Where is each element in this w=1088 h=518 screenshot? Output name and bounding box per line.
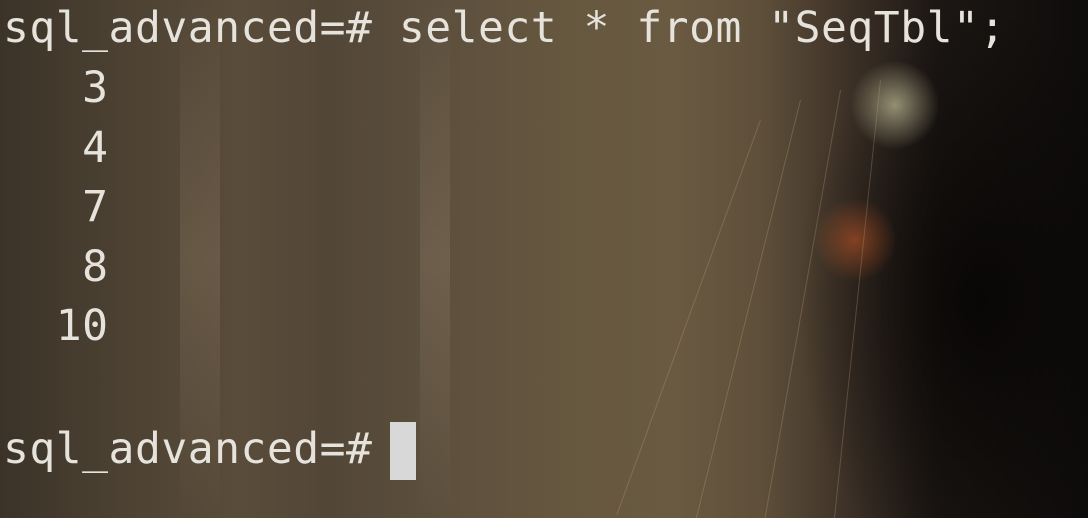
background-hair-strand	[693, 100, 801, 518]
terminal-window[interactable]: sql_advanced=# select * from "SeqTbl"; 3…	[0, 0, 1088, 518]
prompt-line[interactable]: sql_advanced=#	[3, 423, 399, 475]
background-highlight	[815, 195, 895, 285]
result-row: 4	[3, 123, 109, 173]
background-hair-strand	[832, 80, 881, 518]
result-row: 7	[3, 182, 109, 232]
result-row: 8	[3, 242, 109, 292]
result-row: 3	[3, 63, 109, 113]
background-hair-strand	[763, 90, 841, 518]
text-cursor	[390, 422, 416, 480]
command-line: sql_advanced=# select * from "SeqTbl";	[3, 3, 1006, 53]
background-streak	[420, 0, 450, 518]
background-hair-strand	[616, 120, 761, 516]
background-highlight	[850, 60, 940, 150]
result-row: 10	[3, 301, 109, 351]
